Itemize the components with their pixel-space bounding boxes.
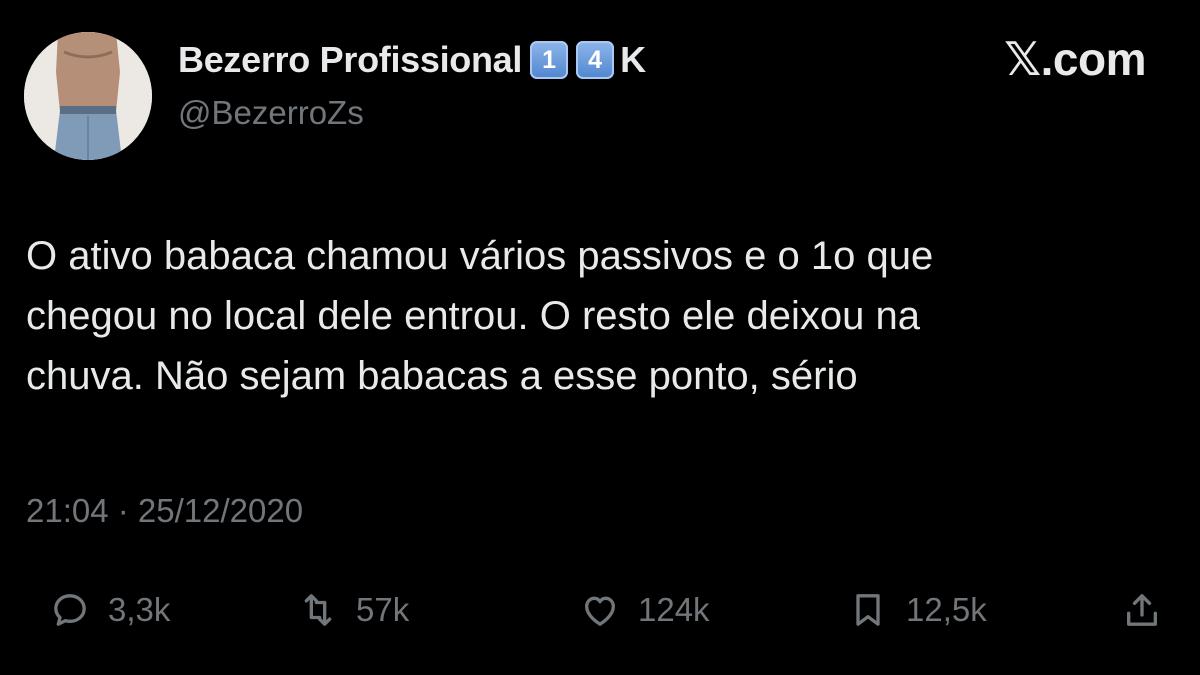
share-icon bbox=[1127, 594, 1157, 626]
bookmark-button[interactable]: 12,5k bbox=[848, 580, 987, 640]
bookmark-count: 12,5k bbox=[906, 591, 987, 628]
tweet-text: O ativo babaca chamou vários passivos e … bbox=[26, 226, 1156, 406]
tweet-line: O ativo babaca chamou vários passivos e … bbox=[26, 234, 934, 278]
share-button[interactable] bbox=[1122, 590, 1162, 635]
badge-suffix: K bbox=[620, 39, 647, 80]
like-count: 124k bbox=[638, 591, 710, 628]
author-name-row: Bezerro Profissional 1 4 K bbox=[178, 36, 646, 84]
heart-icon bbox=[585, 596, 615, 626]
retweet-count: 57k bbox=[356, 591, 410, 628]
keycap-one: 1 bbox=[530, 41, 569, 79]
display-name[interactable]: Bezerro Profissional bbox=[178, 39, 522, 81]
reply-button[interactable]: 3,3k bbox=[50, 580, 170, 640]
avatar[interactable] bbox=[24, 32, 152, 160]
action-bar: 3,3k 57k 124k 12,5k bbox=[0, 580, 1200, 640]
tweet-line: chuva. Não sejam babacas a esse ponto, s… bbox=[26, 354, 858, 398]
tweet-line: chegou no local dele entrou. O resto ele… bbox=[26, 294, 920, 338]
avatar-photo bbox=[24, 32, 152, 160]
keycap-four: 4 bbox=[576, 41, 615, 79]
bookmark-icon bbox=[856, 594, 880, 626]
user-handle[interactable]: @BezerroZs bbox=[178, 94, 364, 132]
reply-icon bbox=[54, 594, 86, 626]
brand-logo: 𝕏.com bbox=[1004, 33, 1146, 85]
reply-count: 3,3k bbox=[108, 591, 171, 628]
retweet-icon bbox=[304, 594, 332, 626]
retweet-button[interactable]: 57k bbox=[298, 580, 409, 640]
like-button[interactable]: 124k bbox=[580, 580, 710, 640]
tweet-timestamp[interactable]: 21:04 · 25/12/2020 bbox=[26, 492, 303, 530]
